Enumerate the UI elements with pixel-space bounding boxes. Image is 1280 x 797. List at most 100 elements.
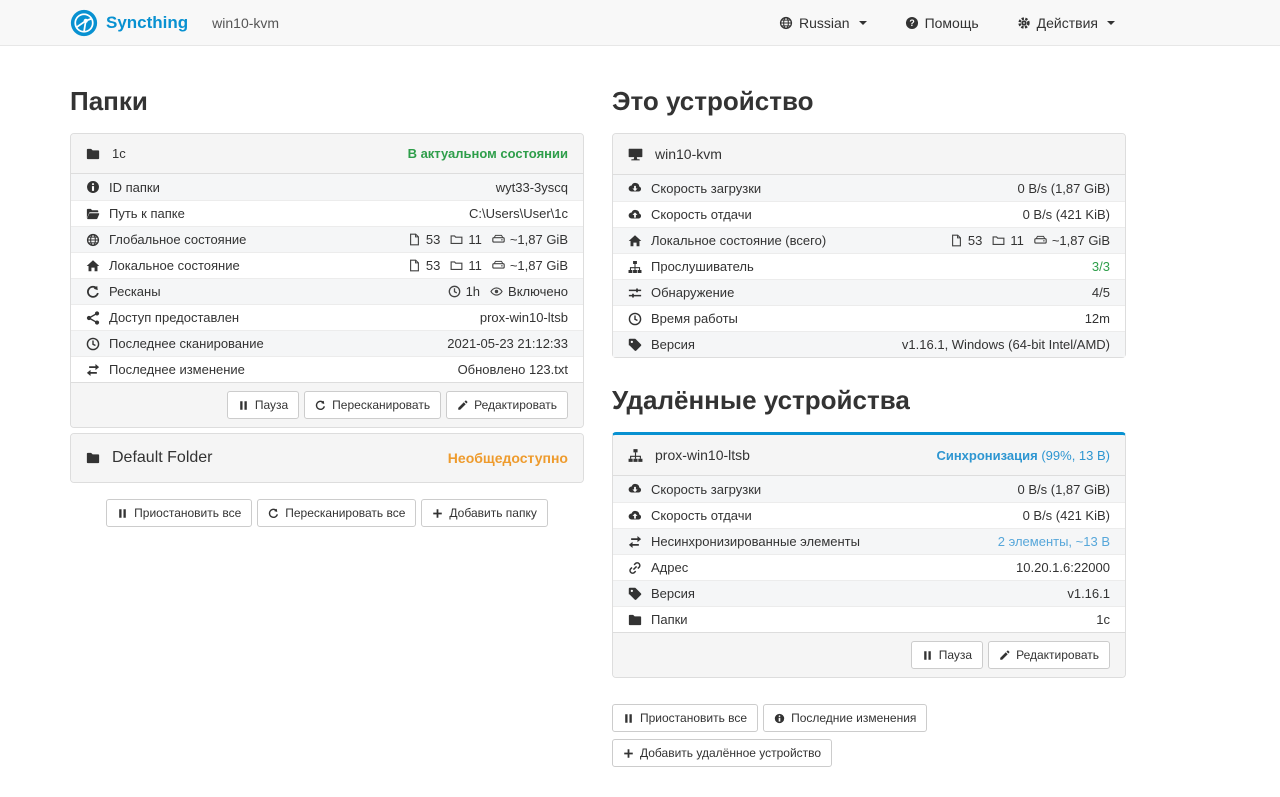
device-name: prox-win10-ltsb [655,447,750,463]
refresh-icon [268,508,279,519]
table-row: Прослушиватель3/3 [613,253,1125,279]
folder-panel-1c: 1c В актуальном состоянии ID папкиwyt33-… [70,133,584,428]
recent-changes-button[interactable]: Последние изменения [763,704,927,732]
folder-outline-icon [992,234,1005,247]
row-label: Доступ предоставлен [109,310,239,325]
row-value: 1c [1096,612,1110,627]
row-value[interactable]: 2 элементы, ~13 B [998,534,1110,549]
row-value: 53 [408,258,440,273]
row-value: 53 [950,233,982,248]
folders-heading: Папки [70,86,584,117]
table-row: Несинхронизированные элементы 2 элементы,… [613,528,1125,554]
edit-button[interactable]: Редактировать [446,391,568,419]
pause-device-button[interactable]: Пауза [911,641,983,669]
row-label: Локальное состояние [109,258,240,273]
add-remote-device-button[interactable]: Добавить удалённое устройство [612,739,832,767]
table-row: Скорость отдачи 0 B/s (421 KiB) [613,502,1125,528]
edit-device-button[interactable]: Редактировать [988,641,1110,669]
device-status-badge: Синхронизация (99%, 13 B) [936,448,1110,463]
row-value: 0 B/s (421 KiB) [1023,508,1110,523]
hdd-icon [492,259,505,272]
row-label: Локальное состояние (всего) [651,233,826,248]
pause-icon [922,650,933,661]
row-label: Несинхронизированные элементы [651,534,860,549]
syncthing-logo-icon [70,9,98,37]
device-name: win10-kvm [655,146,722,162]
row-value: Включено [490,284,568,299]
row-value: 2021-05-23 21:12:33 [447,336,568,351]
row-value: 10.20.1.6:22000 [1016,560,1110,575]
this-device-table: Скорость загрузки0 B/s (1,87 GiB) Скорост… [613,175,1125,357]
sitemap-icon [628,260,642,274]
remote-device-table: Скорость загрузки0 B/s (1,87 GiB)Скорост… [613,476,1125,632]
brand: Syncthing [70,9,188,37]
link-icon [628,561,642,575]
rescan-all-button[interactable]: Пересканировать все [257,499,416,527]
language-menu[interactable]: Russian [779,15,867,31]
row-label: Время работы [651,311,738,326]
row-value: 12m [1085,311,1110,326]
pause-button[interactable]: Пауза [227,391,299,419]
folder-icon [86,147,100,161]
row-value: 0 B/s (1,87 GiB) [1018,181,1110,196]
row-value: 4/5 [1092,285,1110,300]
remote-devices-actions-row: Приостановить всеПоследние изменения Доба… [612,704,1126,767]
actions-menu[interactable]: Действия [1017,15,1115,31]
table-row: Адрес10.20.1.6:22000 [613,554,1125,580]
row-label: Прослушиватель [651,259,754,274]
pencil-icon [999,650,1010,661]
default-folder-header[interactable]: Default Folder Необщедоступно [71,434,583,482]
pause-icon [238,400,249,411]
row-label: Путь к папке [109,206,185,221]
rescan-button[interactable]: Пересканировать [304,391,441,419]
folder-details-table: ID папкиwyt33-3yscqПуть к папкеC:\Users\… [71,174,583,382]
help-menu[interactable]: Помощь [905,15,979,31]
row-label: Обнаружение [651,285,734,300]
table-row: ID папкиwyt33-3yscq [71,174,583,200]
add-folder-button[interactable]: Добавить папку [421,499,547,527]
table-row: Скорость загрузки0 B/s (1,87 GiB) [613,175,1125,201]
row-value: ~1,87 GiB [1034,233,1110,248]
row-label: Папки [651,612,688,627]
folder-outline-icon [450,259,463,272]
pause-all-devices-button[interactable]: Приостановить все [612,704,758,732]
cloud-download-icon [628,482,642,496]
row-label: Скорость отдачи [651,207,752,222]
this-device-header[interactable]: win10-kvm [613,134,1125,175]
plus-icon [432,508,443,519]
table-row: Время работы 12m [613,305,1125,331]
remote-device-panel: prox-win10-ltsb Синхронизация (99%, 13 B… [612,432,1126,678]
row-value: ~1,87 GiB [492,232,568,247]
row-value: 11 [992,233,1024,248]
file-icon [950,234,963,247]
cloud-download-icon [628,181,642,195]
row-label: Скорость загрузки [651,482,761,497]
hdd-icon [492,233,505,246]
navbar-device-name: win10-kvm [212,15,279,31]
remote-device-header[interactable]: prox-win10-ltsb Синхронизация (99%, 13 B… [613,435,1125,476]
file-icon [408,259,421,272]
row-label: Последнее изменение [109,362,245,377]
folder-panel-header[interactable]: 1c В актуальном состоянии [71,134,583,174]
plus-icon [623,748,634,759]
table-row: Скорость загрузки 0 B/s (1,87 GiB) [613,476,1125,502]
row-label: Глобальное состояние [109,232,246,247]
caret-down-icon [859,21,867,25]
row-label: ID папки [109,180,160,195]
row-value: 0 B/s (421 KiB) [1023,207,1110,222]
row-value: 1h [448,284,480,299]
folder-status-badge: В актуальном состоянии [408,146,568,161]
this-device-panel: win10-kvm Скорость загрузки0 B/s (1,87 G… [612,133,1126,358]
hdd-icon [1034,234,1047,247]
sliders-icon [628,286,642,300]
folder-name: Default Folder [112,449,213,467]
row-label: Последнее сканирование [109,336,264,351]
clock-icon [86,337,100,351]
gear-icon [1017,16,1031,30]
actions-menu-label: Действия [1037,15,1098,31]
row-value: 0 B/s (1,87 GiB) [1018,482,1110,497]
table-row: Доступ предоставленprox-win10-ltsb [71,304,583,330]
table-row: Путь к папкеC:\Users\User\1c [71,200,583,226]
pause-all-folders-button[interactable]: Приостановить все [106,499,252,527]
row-label: Скорость отдачи [651,508,752,523]
